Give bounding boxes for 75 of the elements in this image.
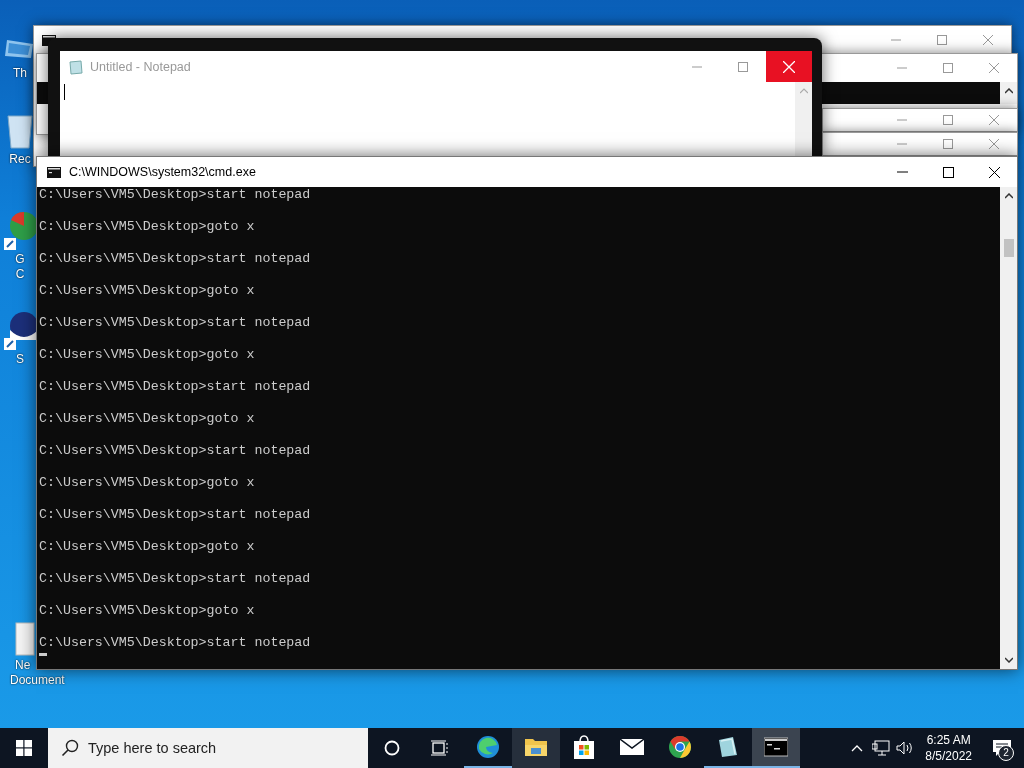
window-title: C:\WINDOWS\system32\cmd.exe	[69, 165, 256, 179]
minimize-icon	[896, 171, 908, 173]
close-icon	[983, 35, 993, 45]
scroll-up-icon[interactable]	[1004, 88, 1013, 94]
minimize-icon	[897, 143, 907, 145]
explorer-taskbar-button[interactable]	[512, 728, 560, 768]
notepad-icon	[716, 735, 740, 759]
console-line: C:\Users\VM5\Desktop>start notepad	[39, 443, 312, 460]
console-line: C:\Users\VM5\Desktop>start notepad	[39, 635, 312, 652]
maximize-icon	[943, 115, 953, 125]
minimize-icon	[692, 65, 702, 68]
scroll-down-icon[interactable]	[1004, 657, 1013, 663]
terminal-icon	[47, 166, 61, 178]
console-line: C:\Users\VM5\Desktop>goto x	[39, 219, 256, 236]
volume-icon[interactable]	[896, 740, 915, 756]
chrome-icon[interactable]	[2, 210, 38, 250]
close-button[interactable]	[766, 51, 812, 82]
console-line: C:\Users\VM5\Desktop>goto x	[39, 347, 256, 364]
scroll-up-icon[interactable]	[1004, 193, 1013, 199]
network-icon[interactable]	[872, 740, 891, 756]
console-line: C:\Users\VM5\Desktop>goto x	[39, 603, 256, 620]
notifications-button[interactable]: 2	[980, 728, 1024, 768]
terminal-icon	[764, 737, 788, 757]
close-icon	[783, 60, 795, 73]
notification-count: 2	[998, 745, 1014, 761]
windows-logo-icon	[16, 740, 32, 756]
desktop-icon-label[interactable]: Ne	[15, 658, 31, 673]
console-line: C:\Users\VM5\Desktop>goto x	[39, 283, 256, 300]
desktop-icon-label[interactable]: Rec	[9, 152, 31, 167]
close-icon	[989, 139, 999, 149]
desktop-icon-label[interactable]: G	[15, 252, 25, 267]
chrome-icon	[668, 735, 692, 759]
folder-icon	[524, 737, 548, 757]
console-line: C:\Users\VM5\Desktop>goto x	[39, 411, 256, 428]
maximize-icon	[937, 35, 947, 45]
envelope-icon	[620, 738, 644, 756]
close-icon	[988, 166, 1000, 178]
desktop-icon-label[interactable]: C	[15, 267, 25, 282]
window-title: Untitled - Notepad	[90, 59, 191, 74]
minimize-icon	[897, 67, 907, 69]
maximize-icon	[942, 166, 954, 178]
scrollbar[interactable]	[795, 82, 812, 156]
search-field[interactable]: Type here to search	[48, 728, 368, 768]
cmd-taskbar-button[interactable]	[752, 728, 800, 768]
app-shortcut-icon[interactable]	[2, 310, 38, 350]
maximize-icon	[943, 139, 953, 149]
chevron-up-icon	[851, 744, 864, 752]
desktop-icon-label[interactable]: S	[16, 352, 24, 367]
console-line: C:\Users\VM5\Desktop>start notepad	[39, 571, 312, 588]
maximize-icon	[943, 63, 953, 73]
desktop-icon-label[interactable]: Th	[13, 66, 27, 81]
console-line: C:\Users\VM5\Desktop>goto x	[39, 539, 256, 556]
notepad-icon	[68, 58, 84, 75]
document-icon[interactable]	[15, 622, 35, 656]
desktop-icon-label[interactable]: Document	[10, 673, 65, 688]
console-line: C:\Users\VM5\Desktop>start notepad	[39, 507, 312, 524]
shopping-bag-icon	[573, 735, 595, 759]
maximize-icon	[738, 61, 748, 72]
edge-icon	[476, 735, 500, 759]
console-line: C:\Users\VM5\Desktop>start notepad	[39, 187, 312, 204]
console-line: C:\Users\VM5\Desktop>start notepad	[39, 315, 312, 332]
minimize-icon	[891, 39, 901, 41]
scrollbar[interactable]	[1000, 187, 1017, 669]
scrollbar-thumb[interactable]	[1003, 239, 1014, 257]
task-view-icon	[431, 740, 449, 756]
console-line: C:\Users\VM5\Desktop>goto x	[39, 475, 256, 492]
minimize-icon	[897, 119, 907, 121]
close-icon	[989, 63, 999, 73]
circle-icon	[384, 740, 400, 756]
close-icon	[989, 115, 999, 125]
console-line: C:\Users\VM5\Desktop>start notepad	[39, 379, 312, 396]
console-line: C:\Users\VM5\Desktop>start notepad	[39, 251, 312, 268]
scrollbar[interactable]	[1000, 82, 1017, 104]
clock[interactable]: 6:25 AM 8/5/2022	[917, 728, 980, 768]
search-icon	[61, 739, 79, 757]
